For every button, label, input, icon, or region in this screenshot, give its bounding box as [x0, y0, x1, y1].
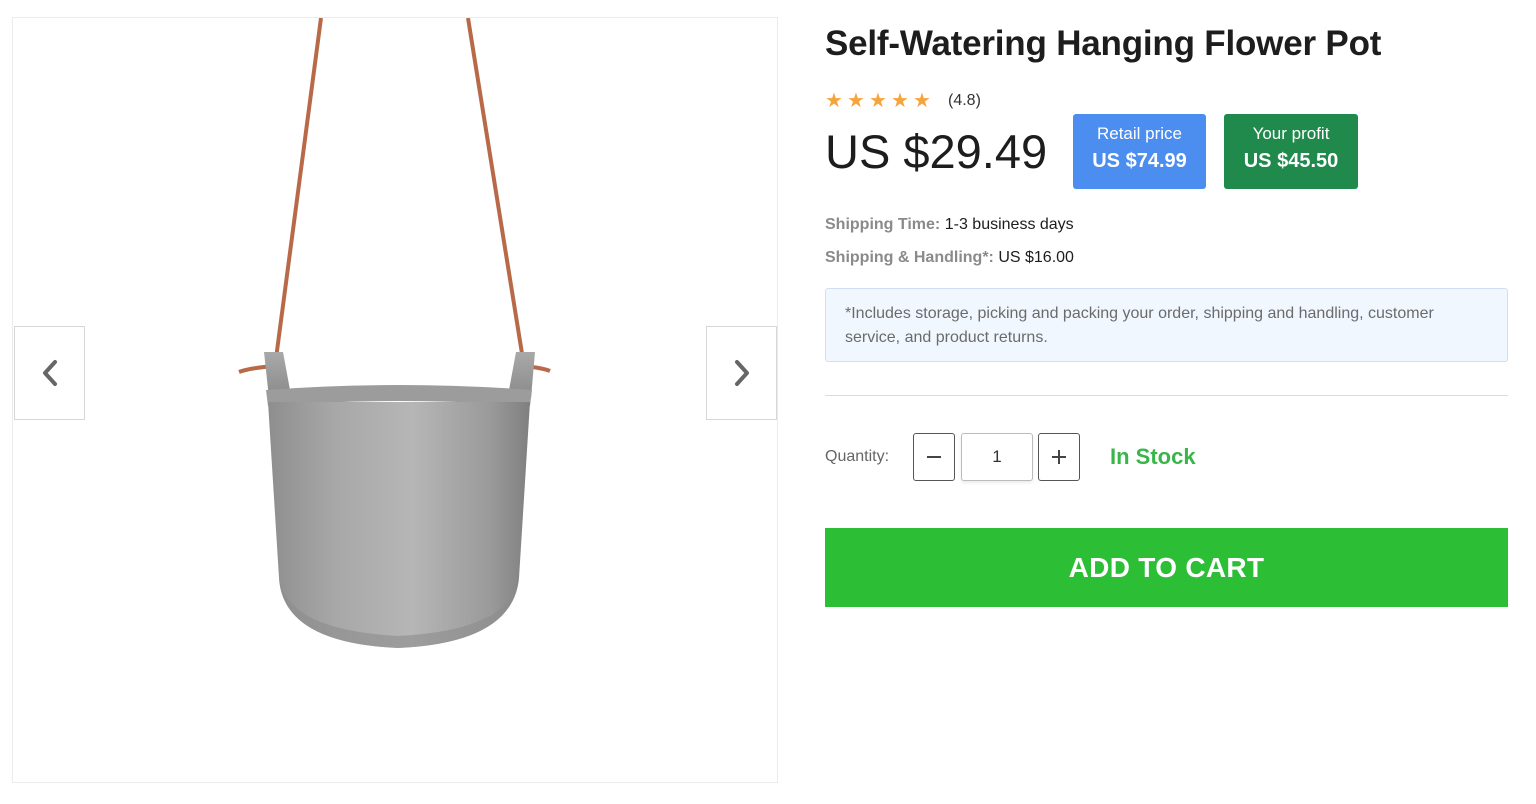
profit-badge: Your profit US $45.50: [1224, 114, 1358, 189]
stock-status: In Stock: [1110, 444, 1196, 469]
shipping-handling-value: US $16.00: [998, 249, 1074, 266]
retail-price-amount: US $74.99: [1092, 150, 1187, 172]
chevron-right-icon: [734, 360, 749, 386]
rating-stars: ★ ★ ★ ★ ★: [825, 91, 934, 111]
divider: [825, 395, 1508, 396]
quantity-label: Quantity:: [825, 448, 890, 465]
shipping-time: Shipping Time: 1-3 business days: [825, 216, 1074, 234]
gallery-next-button[interactable]: [706, 326, 777, 420]
chevron-left-icon: [42, 360, 57, 386]
shipping-time-value: 1-3 business days: [944, 216, 1074, 233]
shipping-time-label: Shipping Time:: [825, 216, 941, 233]
product-gallery: [12, 17, 778, 783]
retail-price-badge: Retail price US $74.99: [1073, 114, 1206, 189]
product-title: Self-Watering Hanging Flower Pot: [825, 24, 1382, 63]
add-to-cart-button[interactable]: ADD TO CART: [825, 528, 1508, 607]
quantity-increase-button[interactable]: [1038, 433, 1080, 481]
shipping-handling: Shipping & Handling*: US $16.00: [825, 249, 1074, 267]
star-icon: ★: [825, 90, 843, 112]
product-price: US $29.49: [825, 125, 1048, 178]
gallery-prev-button[interactable]: [14, 326, 85, 420]
profit-amount: US $45.50: [1243, 150, 1339, 172]
product-rating: ★ ★ ★ ★ ★ (4.8): [825, 91, 981, 111]
star-icon: ★: [913, 90, 931, 112]
retail-price-label: Retail price: [1096, 124, 1183, 143]
quantity-decrease-button[interactable]: [913, 433, 955, 481]
star-icon: ★: [869, 90, 887, 112]
star-icon: ★: [847, 90, 865, 112]
minus-icon: [927, 456, 941, 458]
shipping-handling-label: Shipping & Handling*:: [825, 249, 994, 266]
quantity-input[interactable]: [961, 433, 1033, 481]
profit-label: Your profit: [1252, 124, 1330, 143]
shipping-note: *Includes storage, picking and packing y…: [825, 288, 1508, 362]
star-icon: ★: [891, 90, 909, 112]
plus-icon: [1052, 450, 1066, 464]
product-image: [238, 18, 551, 648]
rating-value: (4.8): [948, 92, 981, 109]
